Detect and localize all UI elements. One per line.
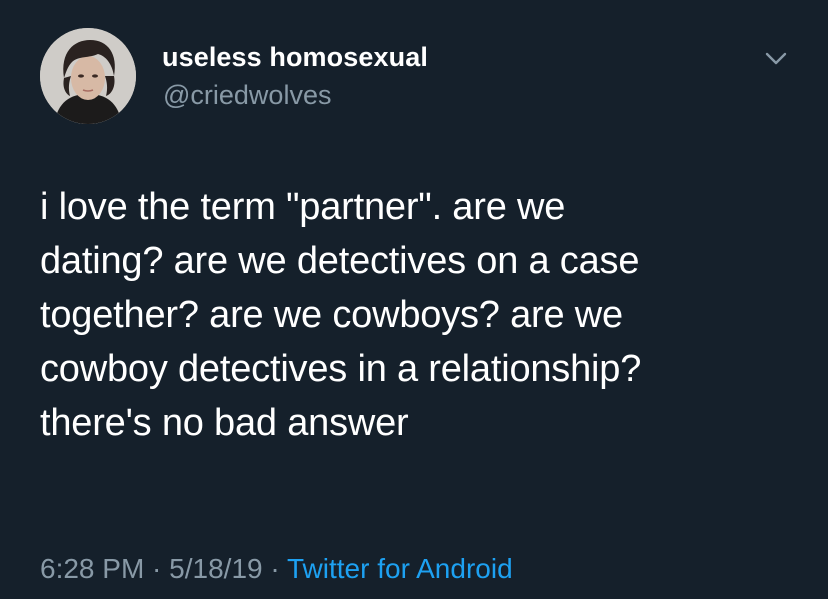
tweet-text-line: dating? are we detectives on a case bbox=[40, 240, 640, 282]
meta-separator: · bbox=[144, 553, 170, 584]
tweet-metadata: 6:28 PM · 5/18/19 · Twitter for Android bbox=[40, 553, 513, 585]
chevron-down-icon[interactable] bbox=[762, 44, 790, 72]
tweet-text-line: there's no bad answer bbox=[40, 402, 409, 444]
tweet-text-line: cowboy detectives in a relationship? bbox=[40, 348, 642, 390]
display-name[interactable]: useless homosexual bbox=[162, 42, 428, 73]
tweet-text-line: i love the term "partner". are we bbox=[40, 186, 566, 228]
tweet-time: 6:28 PM bbox=[40, 553, 145, 584]
avatar[interactable] bbox=[40, 28, 136, 124]
meta-separator: · bbox=[262, 553, 287, 584]
tweet-card: useless homosexual @criedwolves i love t… bbox=[0, 0, 828, 599]
tweet-text-line: together? are we cowboys? are we bbox=[40, 294, 623, 336]
tweet-date: 5/18/19 bbox=[169, 553, 263, 584]
tweet-text: i love the term "partner". are we dating… bbox=[40, 180, 800, 450]
avatar-image bbox=[40, 28, 136, 124]
tweet-source-link[interactable]: Twitter for Android bbox=[287, 553, 513, 584]
user-handle[interactable]: @criedwolves bbox=[163, 80, 331, 111]
